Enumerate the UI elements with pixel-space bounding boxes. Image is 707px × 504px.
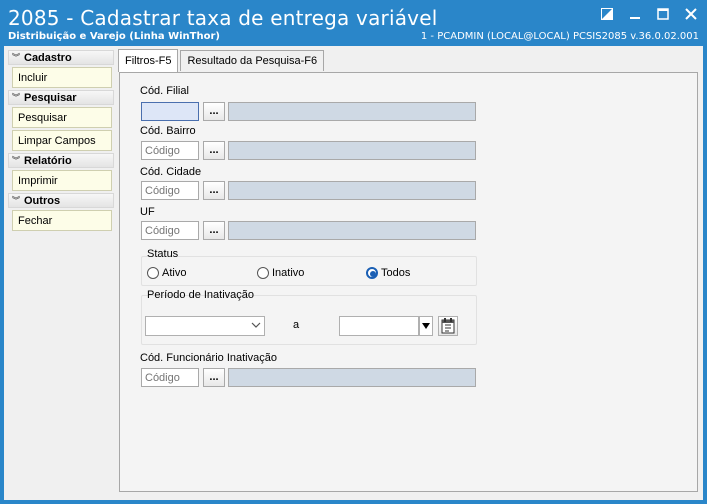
uf-description — [228, 221, 476, 240]
window-controls — [599, 6, 699, 22]
chevron-down-icon: ︾ — [12, 53, 20, 62]
radio-selected-icon — [366, 267, 378, 279]
cod-filial-label: Cód. Filial — [140, 85, 189, 97]
close-icon[interactable] — [683, 6, 699, 22]
main-window: 2085 - Cadastrar taxa de entrega variáve… — [0, 0, 707, 504]
sidebar-group-header[interactable]: ︾ Outros — [8, 193, 114, 208]
status-group — [141, 256, 477, 286]
fechar-button[interactable]: Fechar — [12, 210, 112, 231]
chevron-down-icon — [251, 320, 261, 333]
uf-label: UF — [140, 206, 155, 218]
cod-filial-input[interactable] — [141, 102, 199, 121]
user-info: 1 - PCADMIN (LOCAL@LOCAL) PCSIS2085 v.36… — [420, 31, 699, 42]
radio-icon — [147, 267, 159, 279]
minimize-icon[interactable] — [627, 6, 643, 22]
periodo-start-date[interactable] — [145, 316, 265, 336]
tab-filtros[interactable]: Filtros-F5 — [118, 49, 179, 72]
client-area: ︾ Cadastro Incluir ︾ Pesquisar Pesquisar… — [4, 46, 703, 500]
periodo-end-dropdown[interactable] — [419, 316, 433, 336]
cod-funcionario-description — [228, 368, 476, 387]
cod-cidade-lookup-button[interactable]: ... — [203, 181, 225, 200]
sidebar-group-header[interactable]: ︾ Cadastro — [8, 50, 114, 65]
caret-down-icon — [422, 323, 430, 329]
maximize-icon[interactable] — [655, 6, 671, 22]
cod-cidade-description — [228, 181, 476, 200]
chevron-down-icon: ︾ — [12, 156, 20, 165]
cod-bairro-input[interactable] — [141, 141, 199, 160]
sidebar-group-header[interactable]: ︾ Pesquisar — [8, 90, 114, 105]
uf-lookup-button[interactable]: ... — [203, 221, 225, 240]
chevron-down-icon: ︾ — [12, 196, 20, 205]
status-todos-radio[interactable]: Todos — [366, 267, 410, 279]
incluir-button[interactable]: Incluir — [12, 67, 112, 88]
sidebar-group-header[interactable]: ︾ Relatório — [8, 153, 114, 168]
periodo-separator: a — [293, 319, 300, 331]
cod-bairro-label: Cód. Bairro — [140, 125, 196, 137]
limpar-campos-button[interactable]: Limpar Campos — [12, 130, 112, 151]
status-inativo-radio[interactable]: Inativo — [257, 267, 304, 279]
sidebar: ︾ Cadastro Incluir ︾ Pesquisar Pesquisar… — [8, 50, 114, 233]
theme-icon[interactable] — [599, 6, 615, 22]
cod-funcionario-input[interactable] — [141, 368, 199, 387]
periodo-end-date[interactable] — [339, 316, 419, 336]
sidebar-group-cadastro: ︾ Cadastro Incluir — [8, 50, 114, 88]
tab-bar: Filtros-F5 Resultado da Pesquisa-F6 — [118, 49, 326, 72]
periodo-label: Período de Inativação — [147, 289, 255, 301]
sidebar-group-relatorio: ︾ Relatório Imprimir — [8, 153, 114, 191]
sidebar-group-pesquisar: ︾ Pesquisar Pesquisar Limpar Campos — [8, 90, 114, 151]
tab-resultado[interactable]: Resultado da Pesquisa-F6 — [180, 50, 325, 71]
cod-cidade-label: Cód. Cidade — [140, 166, 202, 178]
cod-filial-description — [228, 102, 476, 121]
window-title: 2085 - Cadastrar taxa de entrega variáve… — [8, 6, 438, 30]
status-label: Status — [147, 248, 179, 260]
cod-bairro-description — [228, 141, 476, 160]
radio-icon — [257, 267, 269, 279]
cod-filial-lookup-button[interactable]: ... — [203, 102, 225, 121]
cod-cidade-input[interactable] — [141, 181, 199, 200]
sidebar-group-outros: ︾ Outros Fechar — [8, 193, 114, 231]
calendar-icon — [441, 318, 455, 334]
status-ativo-radio[interactable]: Ativo — [147, 267, 186, 279]
pesquisar-button[interactable]: Pesquisar — [12, 107, 112, 128]
cod-bairro-lookup-button[interactable]: ... — [203, 141, 225, 160]
window-subtitle: Distribuição e Varejo (Linha WinThor) — [8, 31, 220, 42]
cod-funcionario-label: Cód. Funcionário Inativação — [140, 352, 277, 364]
filters-panel: Cód. Filial ... Cód. Bairro ... Cód. Cid… — [119, 72, 698, 492]
calendar-button[interactable] — [438, 316, 458, 336]
imprimir-button[interactable]: Imprimir — [12, 170, 112, 191]
cod-funcionario-lookup-button[interactable]: ... — [203, 368, 225, 387]
chevron-down-icon: ︾ — [12, 93, 20, 102]
uf-input[interactable] — [141, 221, 199, 240]
title-bar[interactable]: 2085 - Cadastrar taxa de entrega variáve… — [0, 0, 707, 46]
